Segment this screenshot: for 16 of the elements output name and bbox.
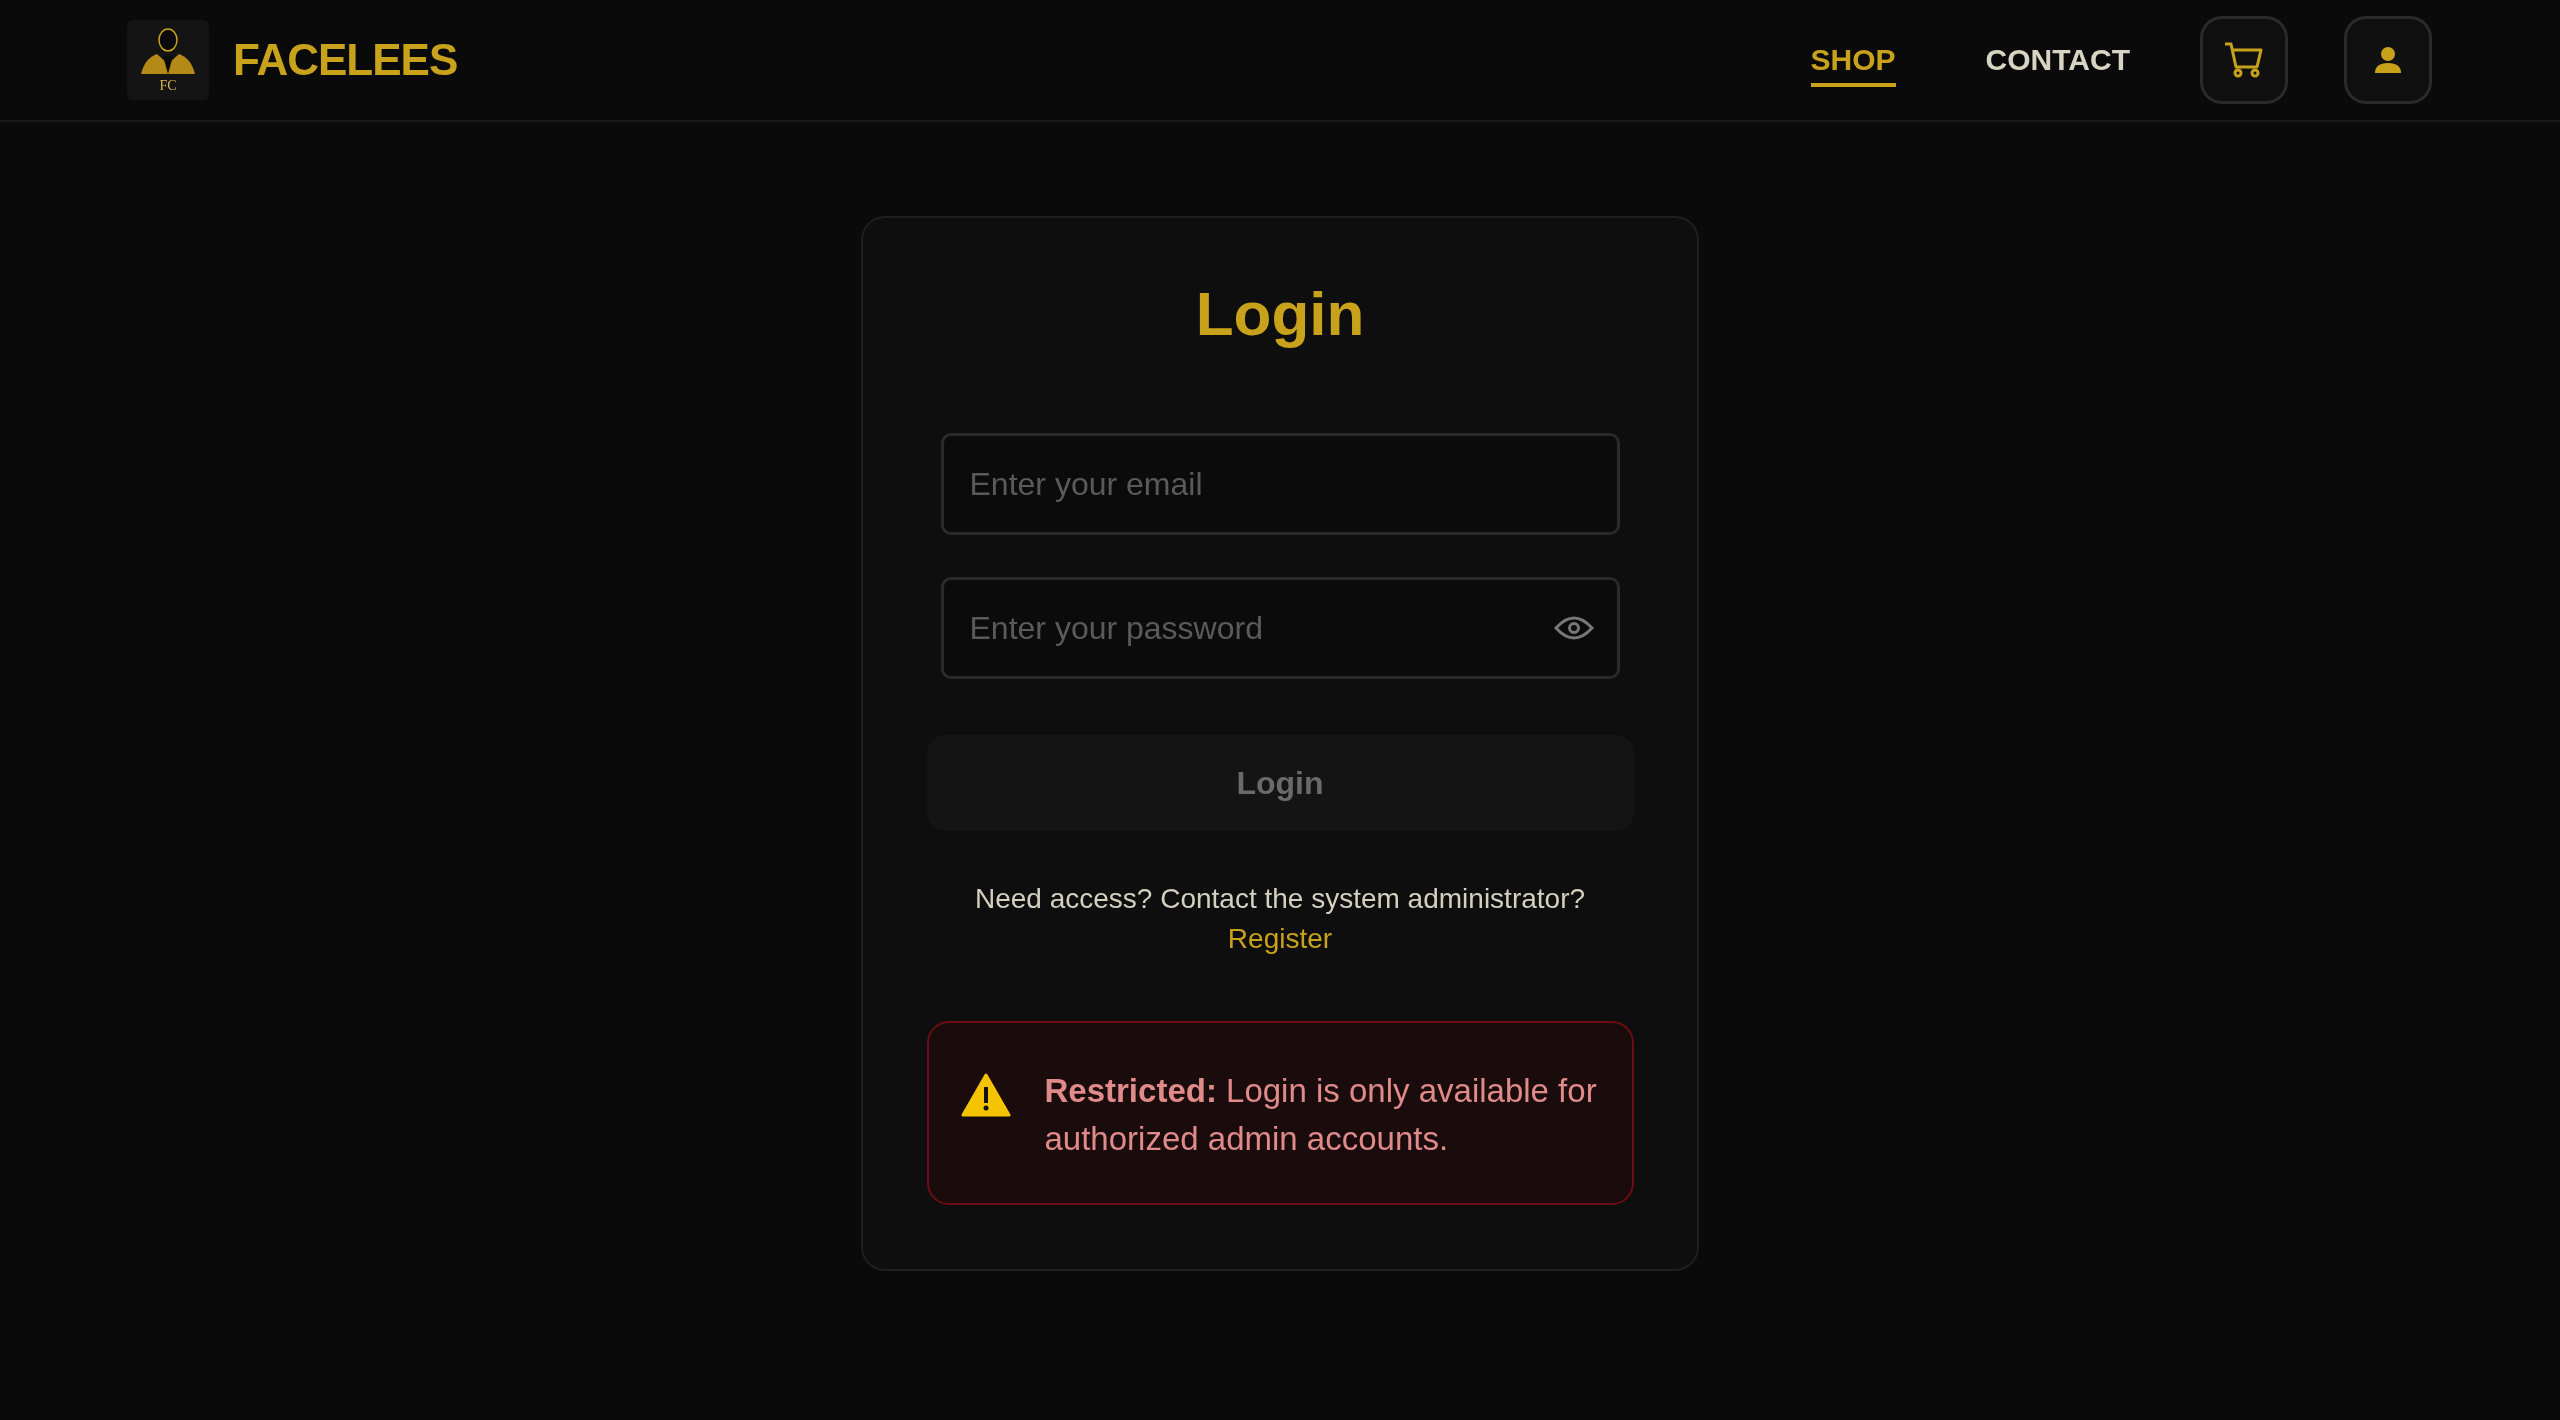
cart-icon — [2223, 41, 2265, 79]
register-link[interactable]: Register — [1227, 923, 1333, 955]
login-title: Login — [1195, 278, 1365, 349]
nav-link[interactable]: CONTACT — [1985, 43, 2130, 87]
user-button[interactable] — [2344, 16, 2432, 104]
help-text: Need access? Contact the system administrator? — [974, 883, 1586, 915]
warning-icon — [960, 1073, 1011, 1117]
logo-icon: FC — [127, 20, 209, 100]
brand-name: FACELEES — [233, 35, 458, 85]
email-field[interactable]: Enter your email — [940, 433, 1620, 535]
nav-link[interactable]: SHOP — [1810, 43, 1896, 87]
cart-button[interactable] — [2200, 16, 2288, 104]
password-field[interactable]: Enter your password — [940, 577, 1620, 679]
user-icon — [2375, 47, 2401, 73]
eye-icon[interactable] — [1553, 614, 1594, 642]
alert-message: Restricted: Login is only available for authorized admin accounts. — [1044, 1071, 1598, 1159]
